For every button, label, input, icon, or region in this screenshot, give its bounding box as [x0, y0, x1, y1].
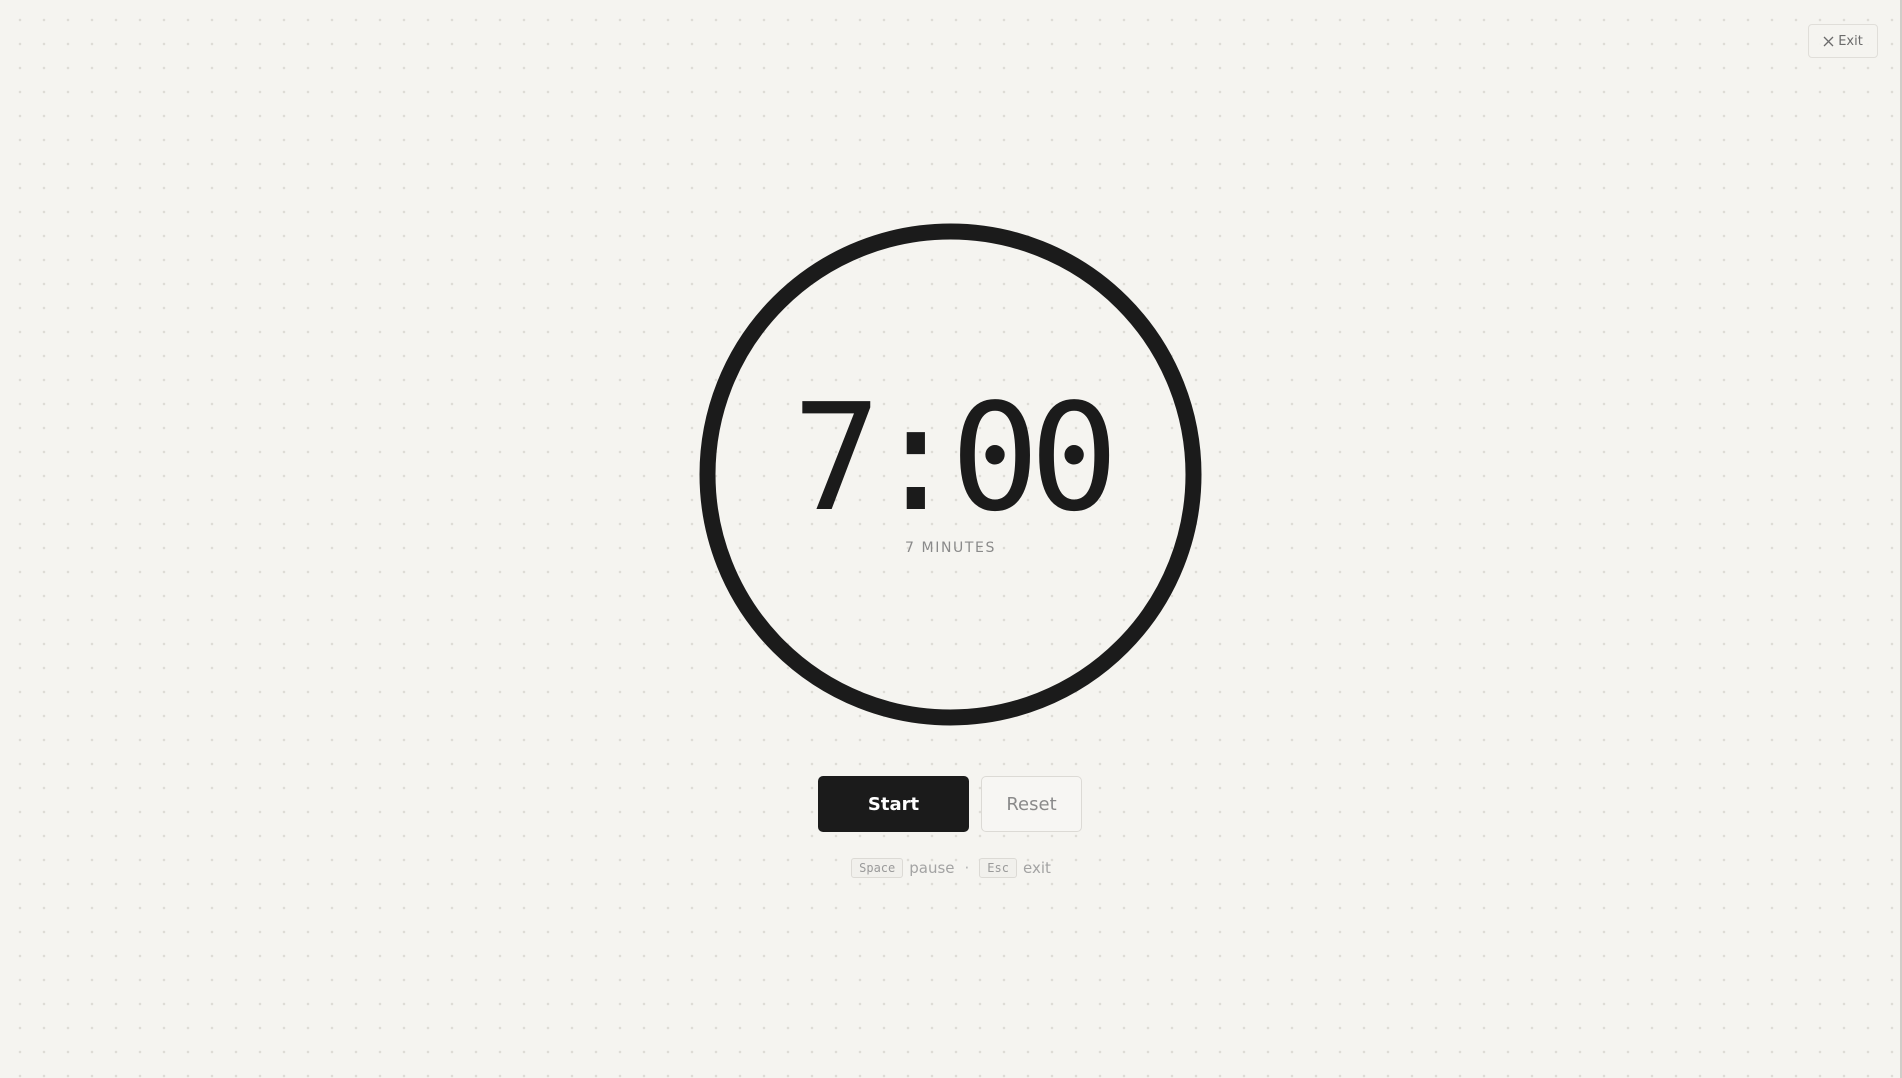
duration-label: 7 MINUTES: [905, 540, 996, 556]
shortcut-separator: ·: [964, 859, 970, 877]
timer-controls: Start Reset: [818, 776, 1082, 832]
keyboard-shortcuts: Space pause · Esc exit: [0, 858, 1902, 878]
time-display: 7:00: [792, 372, 1118, 544]
close-icon: [1823, 36, 1834, 46]
esc-key-hint: Esc: [979, 858, 1017, 878]
start-button[interactable]: Start: [818, 776, 969, 832]
exit-button[interactable]: Exit: [1808, 24, 1878, 58]
exit-label: Exit: [1838, 33, 1863, 49]
space-key-hint: Space: [851, 858, 904, 878]
space-action-label: pause: [909, 859, 955, 877]
reset-button[interactable]: Reset: [981, 776, 1082, 832]
timer-ring: 7:00: [699, 223, 1202, 726]
esc-action-label: exit: [1022, 859, 1051, 877]
